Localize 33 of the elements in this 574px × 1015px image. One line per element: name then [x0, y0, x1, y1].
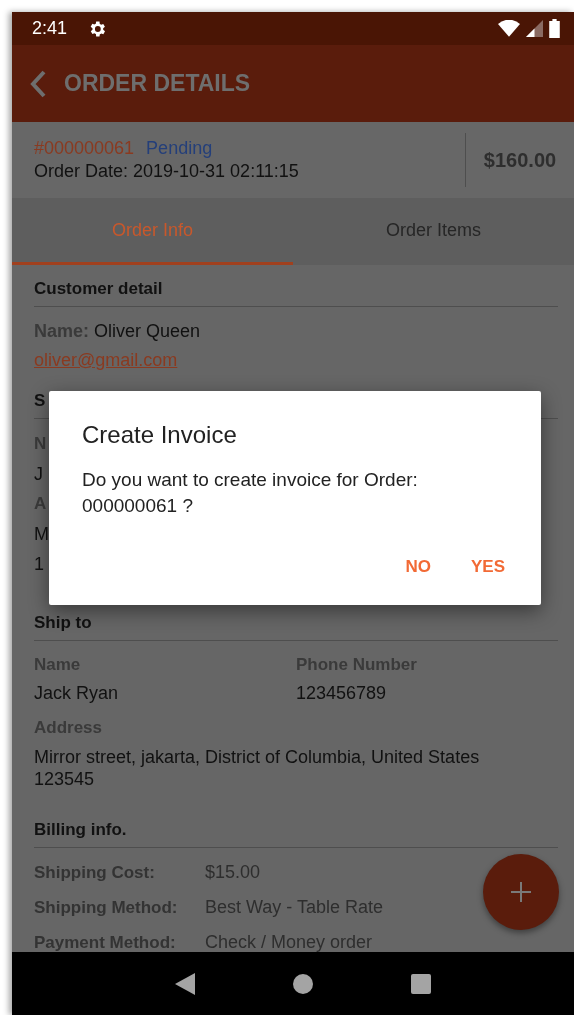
dialog-message: Do you want to create invoice for Order: 000000061 ? [82, 468, 419, 518]
email-link[interactable]: oliver@gmail.com [34, 350, 178, 371]
plus-icon [511, 882, 531, 902]
tab[interactable]: Order Items [293, 198, 574, 265]
order-total: $160.00 [482, 148, 558, 172]
section-title: Ship to [34, 613, 92, 633]
billing-value: $15.00 [205, 862, 261, 883]
screen-title: ORDER DETAILS [64, 70, 251, 97]
section-title: Customer detail [34, 279, 163, 299]
tab[interactable]: Order Info [12, 198, 293, 265]
dialog-button[interactable]: YES [460, 549, 515, 585]
field-value: J [34, 463, 43, 485]
address-text: Mirror street, jakarta, District of Columbia, United States 123545 [34, 746, 481, 790]
field-value: Jack Ryan [34, 683, 119, 704]
billing-value: Best Way - Table Rate [205, 897, 384, 918]
dialog-button[interactable]: NO [395, 549, 441, 585]
billing-value: Check / Money order [205, 932, 373, 952]
dialog-title: Create Invoice [82, 421, 237, 449]
wifi-icon [498, 20, 520, 37]
recents-icon[interactable] [411, 973, 431, 994]
home-icon[interactable] [293, 973, 313, 994]
section-title: S [34, 391, 46, 411]
field-value: 1 [34, 553, 44, 575]
field-value: M [34, 523, 49, 545]
order-date: Order Date: 2019-10-31 02:11:15 [34, 161, 300, 182]
back-icon[interactable] [175, 972, 195, 995]
order-number: #000000061 [34, 138, 135, 159]
status-time: 2:41 [32, 18, 68, 39]
battery-icon [549, 19, 560, 38]
order-status: Pending [146, 138, 213, 159]
section-title: Billing info. [34, 820, 127, 840]
field-value: 123456789 [296, 683, 387, 704]
signal-icon [526, 20, 543, 37]
